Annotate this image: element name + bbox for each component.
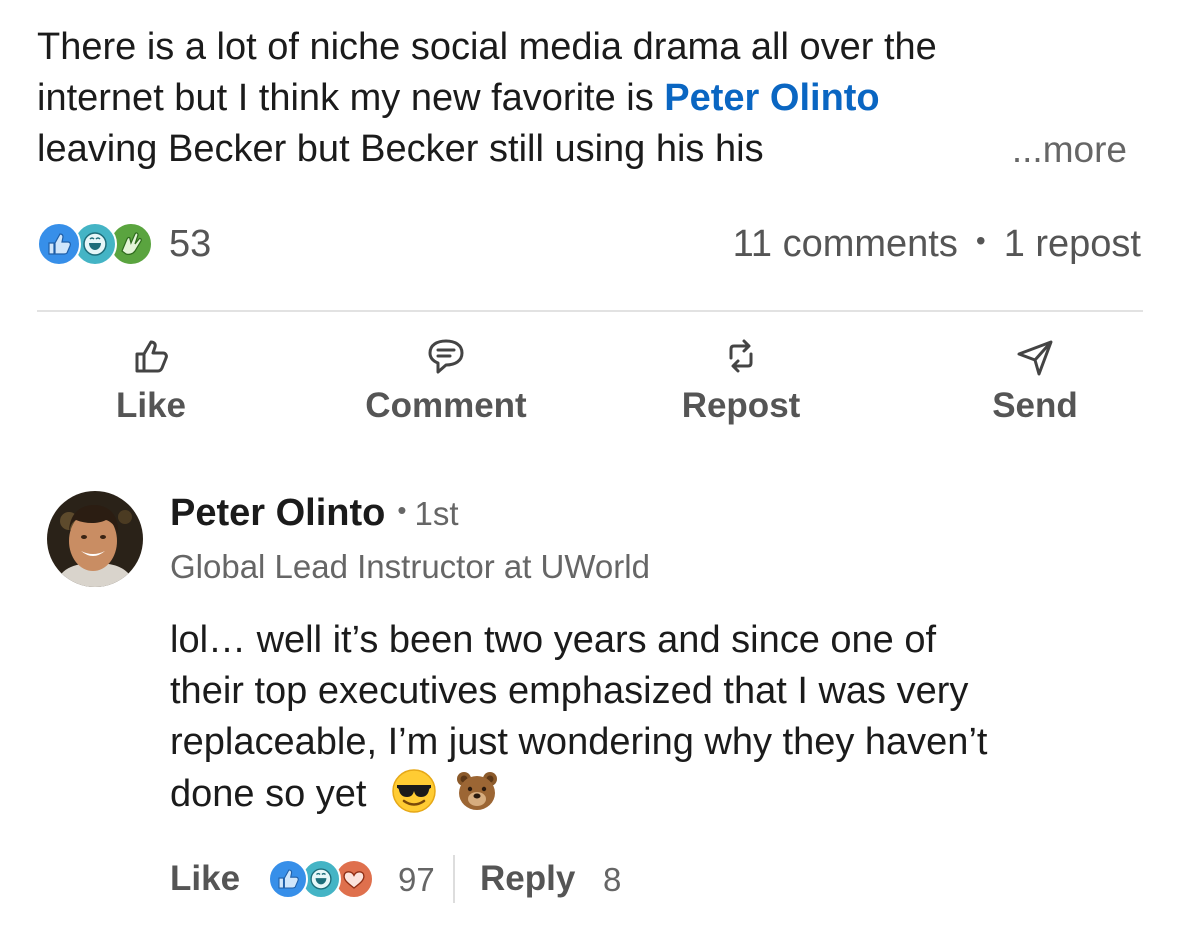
action-bar: Like Comment Repost Send — [0, 330, 1179, 430]
repost-button[interactable]: Repost — [641, 330, 841, 430]
mention-link[interactable]: Peter Olinto — [664, 77, 879, 119]
post-text-segment: internet but I think my new favorite is — [37, 77, 665, 119]
comments-reposts-counts: 11 comments • 1 repost — [733, 223, 1141, 266]
comment-reactions-stack[interactable] — [268, 859, 388, 903]
post-text: There is a lot of niche social media dra… — [37, 22, 1127, 175]
comment-icon — [428, 339, 464, 374]
send-label: Send — [992, 386, 1078, 425]
post-text-line: internet but I think my new favorite is … — [37, 73, 1127, 124]
comment-text-line: their top executives emphasized that I w… — [170, 670, 969, 712]
comment: Peter Olinto • 1st Global Lead Instructor … — [0, 480, 1179, 920]
reply-count[interactable]: 8 — [603, 861, 621, 899]
divider — [453, 855, 455, 903]
like-label: Like — [115, 386, 187, 425]
comment-text-line: replaceable, I’m just wondering why they… — [170, 721, 988, 763]
see-more-link[interactable]: ...more — [1012, 124, 1127, 175]
comment-author-line: Peter Olinto • 1st — [170, 492, 459, 535]
comment-like-button[interactable]: Like — [170, 859, 240, 899]
dot-separator: • — [397, 495, 407, 525]
like-icon — [268, 859, 308, 899]
reply-button[interactable]: Reply — [480, 859, 575, 899]
comment-actions: Like 97 Reply 8 — [170, 855, 970, 907]
repost-label: Repost — [681, 386, 801, 425]
post-text-line: There is a lot of niche social media dra… — [37, 26, 937, 68]
dot-separator: • — [975, 225, 986, 256]
comment-text-segment: done so yet — [170, 773, 367, 815]
send-icon — [1017, 340, 1053, 376]
connection-degree: 1st — [414, 495, 459, 532]
send-button[interactable]: Send — [935, 330, 1135, 430]
like-icon — [37, 222, 81, 266]
comment-label: Comment — [365, 386, 527, 425]
comment-text-line: done so yet — [170, 768, 1160, 820]
like-button[interactable]: Like — [51, 330, 251, 430]
avatar[interactable] — [47, 491, 143, 587]
post-text-line: leaving Becker but Becker still using hi… — [37, 128, 764, 170]
comment-reactions-count[interactable]: 97 — [398, 861, 435, 899]
author-headline: Global Lead Instructor at UWorld — [170, 548, 650, 585]
sunglasses-emoji — [392, 769, 436, 813]
bear-emoji — [456, 772, 497, 810]
thumbs-up-icon — [135, 340, 168, 373]
divider — [37, 310, 1143, 312]
comment-text-line: lol… well it’s been two years and since … — [170, 619, 937, 661]
comment-button[interactable]: Comment — [346, 330, 546, 430]
comments-count-link[interactable]: 11 comments — [733, 223, 958, 265]
repost-icon — [729, 339, 753, 373]
reactions-stack[interactable] — [37, 222, 157, 266]
author-name[interactable]: Peter Olinto — [170, 492, 385, 534]
comment-text: lol… well it’s been two years and since … — [170, 615, 1160, 820]
social-counts-bar: 53 11 comments • 1 repost — [37, 218, 1141, 274]
reposts-count-link[interactable]: 1 repost — [1004, 223, 1141, 265]
reactions-count[interactable]: 53 — [169, 223, 211, 266]
